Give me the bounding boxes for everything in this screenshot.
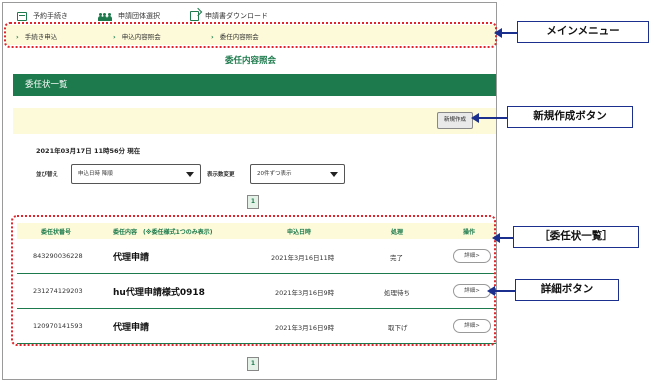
list-highlight [11,215,496,346]
sort-label: 並び替え [36,172,59,178]
current-datetime: 2021年03月17日 11時56分 現在 [36,147,141,155]
toolbar [13,108,496,134]
chevron-down-icon [186,172,194,177]
callout-detail-button: 詳細ボタン [515,279,619,301]
document-download-icon [190,11,199,21]
callout-list: ［委任状一覧］ [513,226,639,248]
display-count-select-value: 20件ずつ表示 [257,171,292,177]
nav-group-select[interactable]: 申請団体選択 [98,11,160,21]
nav-group-select-label: 申請団体選択 [118,12,160,20]
pagination-page-1-bottom[interactable]: 1 [247,357,259,371]
top-nav: 予約手続き 申請団体選択 申請書ダウンロード [17,9,298,23]
arrow-head-icon [487,286,495,296]
sort-select-value: 申込日時 降順 [78,171,113,177]
arrow-head-icon [492,233,500,243]
calendar-icon [17,11,27,21]
callout-new-button: 新規作成ボタン [507,106,633,128]
display-count-row: 表示数変更 [207,164,235,184]
callout-main-menu: メインメニュー [517,21,649,43]
nav-reservation[interactable]: 予約手続き [17,11,68,21]
pagination-page-1[interactable]: 1 [247,195,259,209]
callout-arrow [475,117,507,119]
chevron-down-icon [330,172,338,177]
section-header: 委任状一覧 [13,74,496,96]
arrow-head-icon [471,113,479,123]
display-count-label: 表示数変更 [207,172,235,178]
sort-select[interactable]: 申込日時 降順 [71,164,201,184]
nav-download-label: 申請書ダウンロード [205,12,268,20]
new-create-button[interactable]: 新規作成 [437,112,473,129]
nav-reservation-label: 予約手続き [33,12,68,20]
arrow-head-icon [494,28,502,38]
main-menu-highlight [4,22,497,48]
page-title: 委任内容照会 [224,56,276,66]
sort-row: 並び替え [36,164,58,184]
people-icon [98,12,112,21]
display-count-select[interactable]: 20件ずつ表示 [250,164,345,184]
app-frame: 予約手続き 申請団体選択 申請書ダウンロード › 手続き申込 › 申込内容照会 › 委… [2,2,497,380]
nav-download[interactable]: 申請書ダウンロード [190,11,268,21]
